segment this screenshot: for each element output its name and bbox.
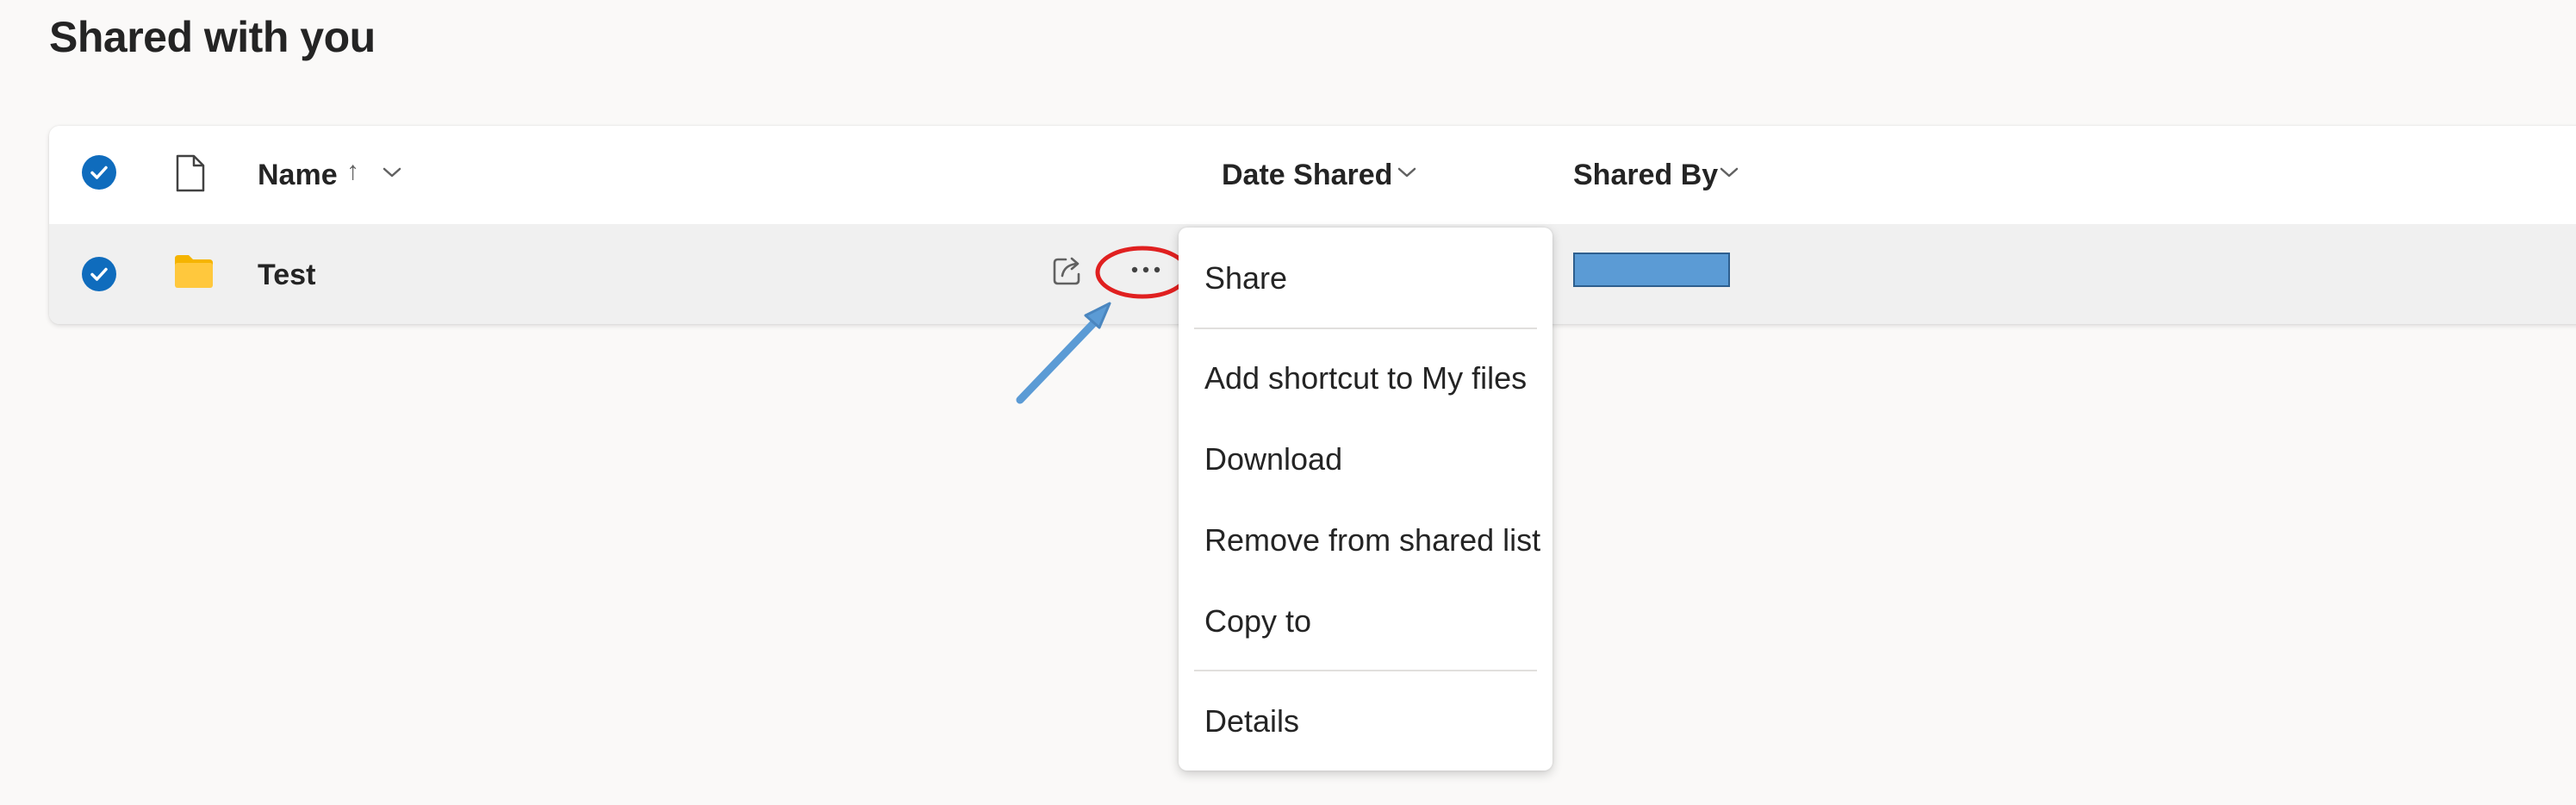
shared-by-redacted [1573,253,1730,287]
name-chevron-down-icon[interactable] [382,165,402,179]
annotation-overlay [1016,246,1190,404]
page-title: Shared with you [49,13,376,61]
checkmark-icon [90,165,108,179]
context-menu: Share Add shortcut to My files Download … [1179,228,1552,771]
row-checkbox[interactable] [82,257,116,291]
checkmark-icon [90,267,108,281]
menu-item-remove-from-shared-list[interactable]: Remove from shared list [1204,522,1540,559]
menu-item-download[interactable]: Download [1204,441,1342,477]
sort-ascending-icon: ↑ [346,157,359,185]
menu-item-share[interactable]: Share [1204,260,1287,296]
row-file-name[interactable]: Test [258,259,315,292]
menu-divider [1194,670,1537,671]
annotation-arrow-icon [1016,313,1104,404]
select-all-checkbox[interactable] [82,155,116,190]
menu-item-copy-to[interactable]: Copy to [1204,603,1311,640]
annotation-circle-icon [1095,246,1190,299]
menu-item-add-shortcut[interactable]: Add shortcut to My files [1204,360,1527,396]
date-shared-chevron-down-icon[interactable] [1397,165,1417,179]
file-type-icon [176,154,205,192]
folder-icon [175,255,213,288]
column-header-date-shared[interactable]: Date Shared [1222,159,1392,192]
table-header-row: Name ↑ Date Shared Shared By [49,126,2576,224]
shared-by-chevron-down-icon[interactable] [1719,165,1739,179]
column-header-shared-by[interactable]: Shared By [1573,159,1718,192]
menu-item-details[interactable]: Details [1204,703,1299,739]
column-header-name[interactable]: Name [258,159,338,192]
menu-divider [1194,328,1537,329]
